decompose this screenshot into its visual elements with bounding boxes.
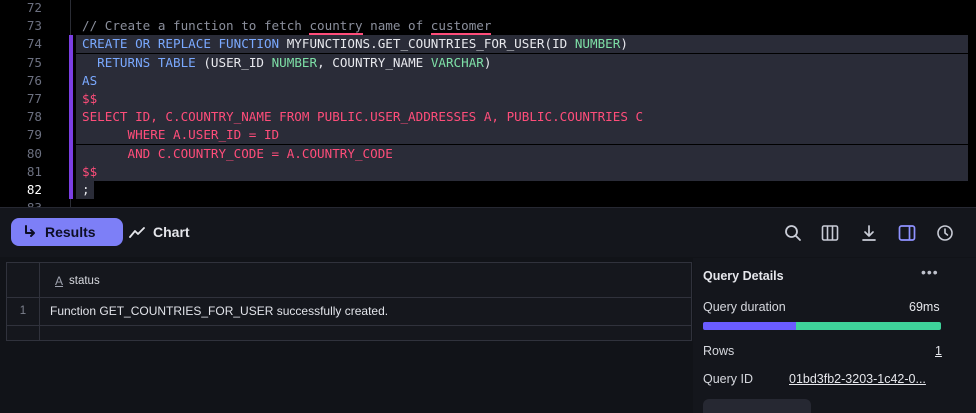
duration-bar-segment-primary <box>703 322 796 330</box>
query-duration-label: Query duration <box>703 300 786 314</box>
code-line[interactable]: 80 AND C.COUNTRY_CODE = A.COUNTRY_CODE <box>0 145 976 163</box>
text-type-icon: A <box>55 274 64 288</box>
return-arrow-icon <box>25 225 35 237</box>
tab-results-label: Results <box>45 224 96 240</box>
line-number: 73 <box>26 18 42 34</box>
line-number: 80 <box>26 145 42 161</box>
code-token: AS <box>82 72 98 88</box>
code-text: SELECT ID, C.COUNTRY_NAME FROM PUBLIC.US… <box>82 108 643 126</box>
line-number: 75 <box>26 54 42 70</box>
results-table: A status 1 Function GET_COUNTRIES_FOR_US… <box>6 262 692 341</box>
code-token: CREATE OR REPLACE FUNCTION <box>82 36 287 52</box>
search-icon[interactable] <box>783 223 803 243</box>
index-header-cell <box>7 263 40 298</box>
code-token: NUMBER <box>574 36 621 52</box>
columns-icon[interactable] <box>820 223 840 243</box>
code-token: (USER_ID <box>203 54 272 70</box>
code-line[interactable]: 72 <box>0 0 976 17</box>
code-token: $$ <box>82 163 98 179</box>
row-index-empty <box>7 326 40 340</box>
query-id-link[interactable]: 01bd3fb2-3203-1c42-0... <box>789 372 926 386</box>
code-text: ; <box>82 181 90 199</box>
line-number: 76 <box>26 72 42 88</box>
results-toolbar: Results Chart <box>0 207 976 257</box>
code-text: $$ <box>82 163 97 181</box>
code-line[interactable]: 74 CREATE OR REPLACE FUNCTION MYFUNCTIONS… <box>0 35 976 53</box>
code-token: VARCHAR <box>430 54 484 70</box>
tab-chart[interactable]: Chart <box>129 218 190 246</box>
line-number: 79 <box>26 127 42 143</box>
line-number: 72 <box>26 0 42 15</box>
query-id-label: Query ID <box>703 372 754 386</box>
line-number: 82 <box>26 182 42 197</box>
code-line[interactable]: 82; <box>0 181 976 199</box>
code-token: WHERE A.USER_ID = ID <box>82 127 280 143</box>
code-line[interactable]: 76 AS <box>0 72 976 90</box>
rows-value-link[interactable]: 1 <box>935 344 942 358</box>
code-token: customer <box>430 18 492 36</box>
duration-bar-segment-secondary <box>795 322 941 330</box>
code-text: WHERE A.USER_ID = ID <box>82 126 279 144</box>
download-icon[interactable] <box>859 223 879 243</box>
code-text: $$ <box>82 90 97 108</box>
line-chart-icon <box>129 227 145 238</box>
tab-results[interactable]: Results <box>11 218 123 246</box>
code-text: RETURNS TABLE (USER_ID NUMBER, COUNTRY_N… <box>82 54 491 72</box>
code-token: SELECT ID, C.COUNTRY_NAME FROM PUBLIC.US… <box>82 109 644 125</box>
code-token: ; <box>82 182 90 197</box>
code-token: NUMBER <box>271 54 318 70</box>
code-token: , COUNTRY_NAME <box>317 54 431 70</box>
column-header-label: status <box>69 275 100 287</box>
code-line[interactable]: 73 // Create a function to fetch country … <box>0 17 976 36</box>
line-number: 74 <box>26 36 42 52</box>
line-number: 77 <box>26 91 42 106</box>
code-text: AS <box>82 72 97 90</box>
query-duration-bar <box>703 322 941 330</box>
code-token: country <box>309 18 363 36</box>
line-number: 78 <box>26 109 42 125</box>
table-row[interactable]: 1 Function GET_COUNTRIES_FOR_USER succes… <box>7 298 691 326</box>
tab-chart-label: Chart <box>153 224 190 240</box>
code-line[interactable]: 79 WHERE A.USER_ID = ID <box>0 126 976 144</box>
more-options-icon[interactable]: ••• <box>921 264 939 280</box>
code-line[interactable]: 77 $$ <box>0 90 976 108</box>
query-details-title: Query Details <box>703 269 784 283</box>
line-number: 83 <box>0 199 42 207</box>
code-text: // Create a function to fetch country na… <box>82 17 492 36</box>
panel-toggle-icon[interactable] <box>897 223 917 243</box>
query-details-panel: Query Details ••• Query duration 69ms Ro… <box>693 258 976 413</box>
code-token: name of <box>362 18 431 34</box>
selection-marker <box>69 35 73 200</box>
code-token: RETURNS TABLE <box>82 54 204 70</box>
sql-editor[interactable]: 72 73 // Create a function to fetch countr… <box>0 0 976 207</box>
history-icon[interactable] <box>935 223 955 243</box>
line-number: 81 <box>26 163 42 179</box>
code-token: ) <box>620 36 628 52</box>
code-token: AND C.COUNTRY_CODE = A.COUNTRY_CODE <box>82 145 393 161</box>
code-token: ) <box>483 54 492 70</box>
code-line[interactable]: 78 SELECT ID, C.COUNTRY_NAME FROM PUBLIC.… <box>0 108 976 126</box>
column-header-status[interactable]: A status <box>55 274 100 288</box>
code-token: // Create a function to fetch <box>82 18 310 34</box>
rows-label: Rows <box>703 344 735 358</box>
code-text: AND C.COUNTRY_CODE = A.COUNTRY_CODE <box>82 145 393 163</box>
code-line[interactable]: 81 $$ <box>0 163 976 181</box>
code-token: MYFUNCTIONS.GET_COUNTRIES_FOR_USER(ID <box>286 36 575 52</box>
details-action-button[interactable] <box>703 399 811 413</box>
row-index: 1 <box>7 298 40 325</box>
code-line[interactable]: 75 RETURNS TABLE (USER_ID NUMBER, COUNTR… <box>0 54 976 72</box>
query-duration-value: 69ms <box>909 300 940 314</box>
code-token: $$ <box>82 91 98 106</box>
table-row-empty <box>7 326 691 340</box>
code-line[interactable]: 83 <box>0 199 976 207</box>
table-header: A status <box>7 263 691 298</box>
status-cell[interactable]: Function GET_COUNTRIES_FOR_USER successf… <box>50 298 388 325</box>
code-text: CREATE OR REPLACE FUNCTION MYFUNCTIONS.G… <box>82 35 628 53</box>
